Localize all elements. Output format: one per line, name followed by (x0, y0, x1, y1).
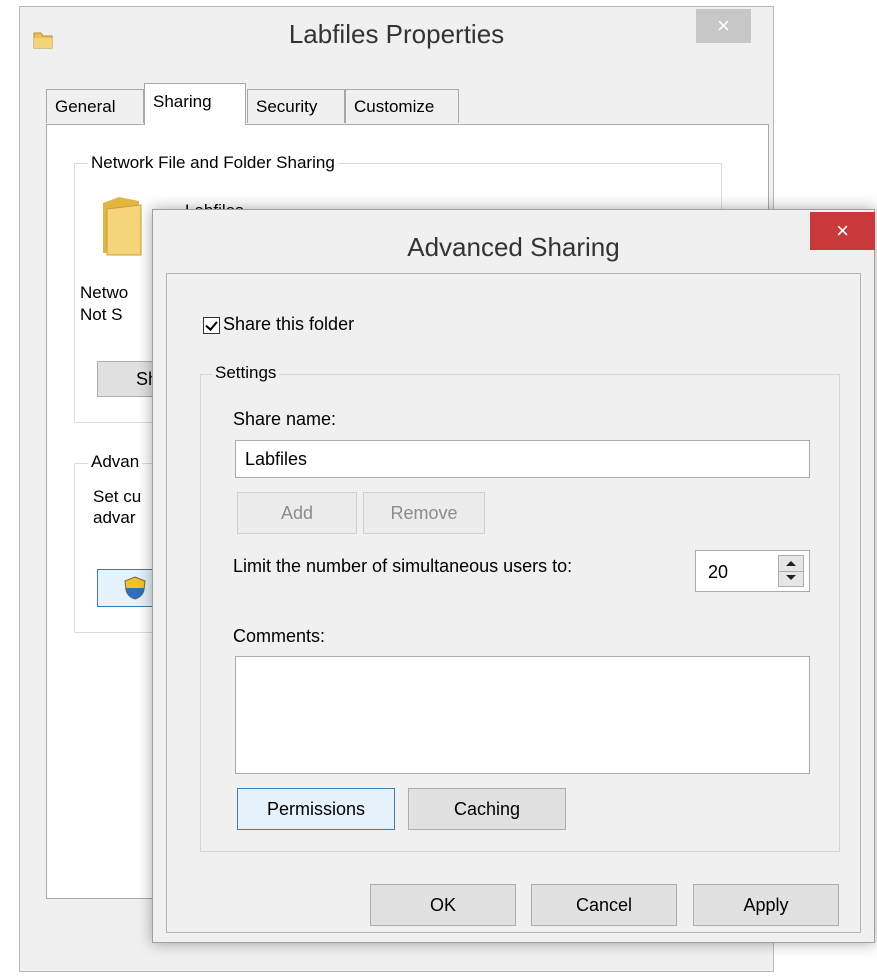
remove-button-label: Remove (390, 503, 458, 523)
remove-button[interactable]: Remove (363, 492, 485, 534)
network-group-label: Network File and Folder Sharing (88, 153, 338, 173)
close-button[interactable]: × (696, 9, 751, 43)
share-name-label: Share name: (233, 409, 337, 429)
close-button[interactable]: × (810, 212, 875, 250)
tab-security[interactable]: Security (247, 89, 345, 123)
advanced-desc-line1: Set cu (93, 487, 142, 506)
user-limit-spinner[interactable]: 20 (695, 550, 810, 592)
apply-button[interactable]: Apply (693, 884, 839, 926)
caching-button-label: Caching (453, 799, 521, 819)
dialog-title: Advanced Sharing (407, 232, 620, 262)
user-limit-value: 20 (708, 562, 729, 582)
advanced-sharing-dialog: Advanced Sharing × Share this folder Set… (152, 209, 875, 943)
share-folder-label: Share this folder (223, 314, 355, 334)
share-name-field[interactable]: Labfiles (235, 440, 810, 478)
comments-label: Comments: (233, 626, 326, 646)
spin-up-icon[interactable] (779, 556, 803, 572)
dialog-body: Share this folder Settings Share name: L… (166, 273, 861, 933)
tab-sharing[interactable]: Sharing (144, 83, 246, 125)
share-name-value: Labfiles (245, 449, 308, 469)
spin-down-icon[interactable] (779, 571, 803, 586)
tab-customize[interactable]: Customize (345, 89, 459, 123)
tab-label: Sharing (153, 92, 212, 111)
ok-button[interactable]: OK (370, 884, 516, 926)
cancel-button-label: Cancel (575, 895, 633, 915)
comments-field[interactable] (235, 656, 810, 774)
settings-group-label: Settings (212, 363, 280, 383)
ok-button-label: OK (429, 895, 456, 915)
checkmark-icon (205, 318, 218, 331)
tab-label: General (55, 97, 116, 116)
shield-icon (124, 576, 146, 600)
permissions-button-label: Permissions (266, 799, 366, 819)
share-folder-checkbox[interactable] (203, 317, 220, 334)
tab-label: Security (256, 97, 318, 116)
close-icon: × (717, 13, 730, 38)
advanced-group-label: Advan (88, 452, 143, 472)
apply-button-label: Apply (743, 895, 789, 915)
network-path-label: Netwo (80, 283, 129, 302)
caching-button[interactable]: Caching (408, 788, 566, 830)
tab-general[interactable]: General (46, 89, 144, 123)
advanced-desc-line2: advar (93, 508, 136, 527)
permissions-button[interactable]: Permissions (237, 788, 395, 830)
add-button-label: Add (280, 503, 314, 523)
window-title: Labfiles Properties (288, 19, 505, 49)
spin-buttons (778, 555, 804, 587)
folder-icon (99, 195, 145, 257)
tab-label: Customize (354, 97, 435, 116)
user-limit-label: Limit the number of simultaneous users t… (233, 556, 573, 576)
cancel-button[interactable]: Cancel (531, 884, 677, 926)
add-button[interactable]: Add (237, 492, 357, 534)
close-icon: × (836, 218, 849, 243)
sharing-status: Not S (80, 305, 123, 324)
